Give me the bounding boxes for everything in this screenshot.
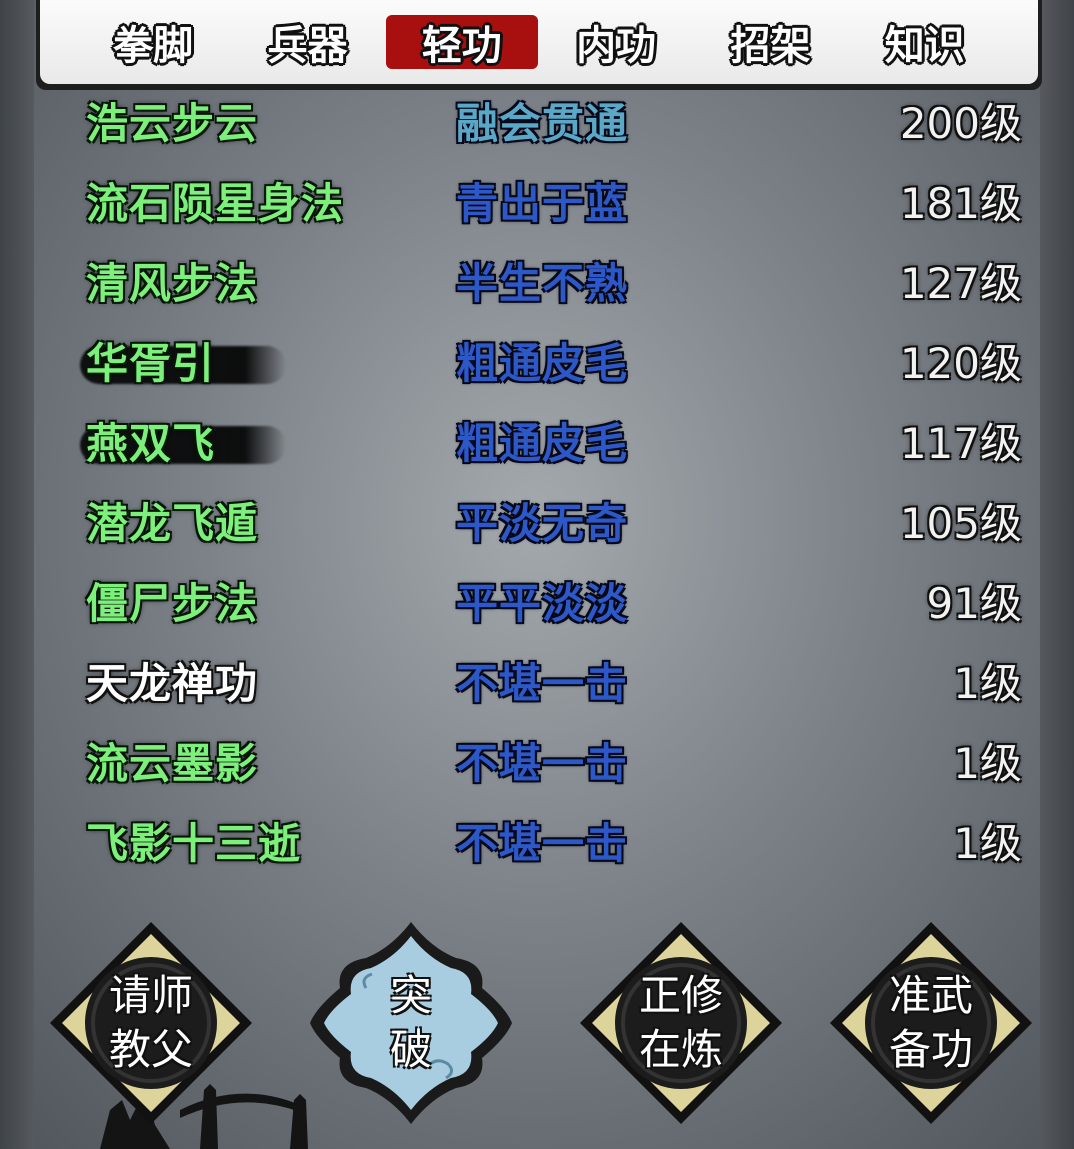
skill-rank: 粗通皮毛: [456, 339, 629, 388]
skill-name: 燕双飞: [86, 419, 216, 468]
skill-row[interactable]: 流石陨星身法 青出于蓝 181级: [0, 156, 1074, 236]
skill-level: 127级: [899, 259, 1022, 308]
skill-name: 天龙禅功: [86, 659, 259, 708]
skill-name: 清风步法: [86, 259, 259, 308]
teacher-button-label-2: 教父: [108, 1025, 193, 1074]
skill-rank: 青出于蓝: [456, 179, 629, 228]
skill-row[interactable]: 浩云步云 融会贯通 200级: [0, 90, 1074, 156]
skill-level: 120级: [899, 339, 1022, 388]
breakthrough-button-label-1: 突: [389, 971, 432, 1020]
skill-level: 1级: [953, 659, 1022, 708]
breakthrough-button-label-2: 破: [389, 1025, 432, 1074]
skill-name: 华胥引: [86, 339, 216, 388]
tab-zhaojia[interactable]: 招架: [694, 15, 846, 69]
skill-rank: 不堪一击: [456, 739, 629, 788]
tab-quanjiao[interactable]: 拳脚: [77, 15, 229, 69]
skill-rank: 融会贯通: [456, 99, 629, 148]
prepare-button[interactable]: 准武 备功: [826, 918, 1036, 1128]
skill-level: 200级: [899, 99, 1022, 148]
tab-qinggong[interactable]: 轻功: [385, 15, 538, 69]
skill-rank: 不堪一击: [456, 819, 629, 868]
tab-bingqi[interactable]: 兵器: [231, 15, 383, 69]
skill-row[interactable]: 僵尸步法 平平淡淡 91级: [0, 556, 1074, 636]
skill-name: 流云墨影: [86, 739, 259, 788]
breakthrough-button[interactable]: 突 破: [306, 918, 516, 1128]
skill-rank: 粗通皮毛: [456, 419, 629, 468]
practicing-button-label-2: 在炼: [638, 1025, 723, 1074]
skill-row[interactable]: 华胥引 粗通皮毛 120级: [0, 316, 1074, 396]
skill-level: 117级: [899, 419, 1022, 468]
skill-level: 105级: [899, 499, 1022, 548]
skill-level: 1级: [953, 819, 1022, 868]
skill-row[interactable]: 清风步法 半生不熟 127级: [0, 236, 1074, 316]
skill-level: 91级: [926, 579, 1022, 628]
skill-rank: 半生不熟: [456, 259, 629, 308]
skill-name: 潜龙飞遁: [86, 499, 259, 548]
skill-list[interactable]: 浩云步云 融会贯通 200级 流石陨星身法 青出于蓝 181级 清风步法 半生不…: [0, 90, 1074, 880]
tab-neigong[interactable]: 内功: [540, 15, 692, 69]
teacher-button-label-1: 请师: [108, 971, 193, 1020]
practicing-button[interactable]: 正修 在炼: [576, 918, 786, 1128]
skill-rank: 不堪一击: [456, 659, 629, 708]
prepare-button-label-2: 备功: [888, 1025, 973, 1074]
skill-rank: 平淡无奇: [456, 499, 629, 548]
prepare-button-label-1: 准武: [888, 971, 973, 1020]
skill-level: 181级: [899, 179, 1022, 228]
skill-name: 流石陨星身法: [86, 179, 345, 228]
skill-row[interactable]: 飞影十三逝 不堪一击 1级: [0, 796, 1074, 876]
skill-row[interactable]: 燕双飞 粗通皮毛 117级: [0, 396, 1074, 476]
teacher-button[interactable]: 请师 教父: [46, 918, 256, 1128]
skill-name: 僵尸步法: [86, 579, 259, 628]
skill-rank: 平平淡淡: [456, 579, 629, 628]
tab-zhishi[interactable]: 知识: [849, 15, 1001, 69]
skill-level: 1级: [953, 739, 1022, 788]
skill-row[interactable]: 天龙禅功 不堪一击 1级: [0, 636, 1074, 716]
skill-row[interactable]: 流云墨影 不堪一击 1级: [0, 716, 1074, 796]
skill-name: 浩云步云: [86, 99, 259, 148]
category-tab-bar: 拳脚 兵器 轻功 内功 招架 知识: [36, 0, 1042, 90]
skill-row[interactable]: 潜龙飞遁 平淡无奇 105级: [0, 476, 1074, 556]
skill-name: 飞影十三逝: [86, 819, 302, 868]
practicing-button-label-1: 正修: [638, 971, 723, 1020]
